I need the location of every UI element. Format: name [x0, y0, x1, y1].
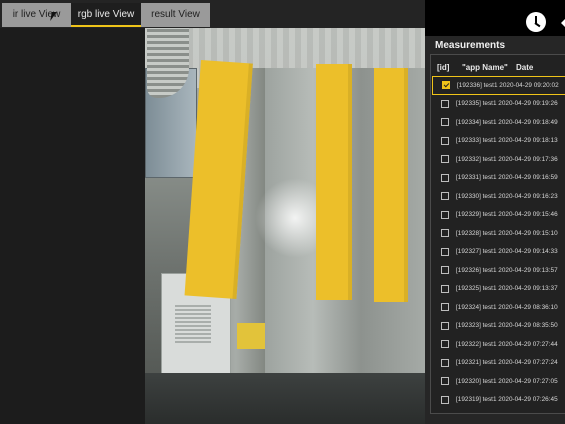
measurement-checkbox[interactable]	[441, 377, 449, 386]
measurement-row-label: [192334] test1 2020-04-29 09:18:49	[456, 118, 558, 126]
measurement-row-label: [192324] test1 2020-04-29 08:36:10	[456, 303, 558, 311]
measurement-checkbox[interactable]	[441, 192, 449, 201]
measurement-row[interactable]: [192322] test1 2020-04-29 07:27:44	[432, 335, 565, 354]
measurement-row[interactable]: [192327] test1 2020-04-29 09:14:33	[432, 243, 565, 262]
measurement-row-label: [192330] test1 2020-04-29 09:16:23	[456, 192, 558, 200]
measurement-row-label: [192328] test1 2020-04-29 09:15:10	[456, 229, 558, 237]
measurement-row[interactable]: [192321] test1 2020-04-29 07:27:24	[432, 354, 565, 373]
measurement-row[interactable]: [192324] test1 2020-04-29 08:36:10	[432, 298, 565, 317]
measurement-checkbox[interactable]	[441, 395, 449, 404]
header-app-name[interactable]: "app Name"	[462, 63, 508, 72]
measurement-row-label: [192329] test1 2020-04-29 09:15:46	[456, 211, 558, 219]
measurement-checkbox[interactable]	[441, 303, 449, 312]
measurement-row-label: [192326] test1 2020-04-29 09:13:57	[456, 266, 558, 274]
tab-bar: ir live View rgb live View result View	[0, 0, 425, 28]
measurement-row[interactable]: [192332] test1 2020-04-29 09:17:36	[432, 150, 565, 169]
tab-ir-live-view[interactable]: ir live View	[2, 3, 71, 27]
measurement-row[interactable]: [192334] test1 2020-04-29 09:18:49	[432, 113, 565, 132]
camera-cabinet-vent	[175, 303, 211, 343]
measurement-checkbox[interactable]	[441, 173, 449, 182]
measurement-row[interactable]: [192329] test1 2020-04-29 09:15:46	[432, 206, 565, 225]
measurement-row-label: [192332] test1 2020-04-29 09:17:36	[456, 155, 558, 163]
camera-yellow-box	[237, 323, 265, 349]
measurement-checkbox[interactable]	[441, 136, 449, 145]
measurement-row[interactable]: [192333] test1 2020-04-29 09:18:13	[432, 132, 565, 151]
measurements-panel: Measurements [id] "app Name" Date [19233…	[425, 36, 565, 424]
measurement-checkbox[interactable]	[442, 81, 450, 90]
camera-floor	[145, 373, 425, 424]
chevron-left-icon[interactable]	[558, 16, 565, 30]
measurement-row[interactable]: [192335] test1 2020-04-29 09:19:26	[432, 95, 565, 114]
measurement-checkbox[interactable]	[441, 358, 449, 367]
header-id[interactable]: [id]	[437, 63, 449, 72]
measurement-row[interactable]: [192320] test1 2020-04-29 07:27:05	[432, 372, 565, 391]
measurement-checkbox[interactable]	[441, 321, 449, 330]
measurement-row-label: [192321] test1 2020-04-29 07:27:24	[456, 359, 558, 367]
yellow-strip-2	[316, 64, 352, 300]
measurements-list: [192336] test1 2020-04-29 09:20:02 [19233…	[432, 76, 565, 409]
yellow-strip-3	[374, 68, 408, 302]
measurement-row-label: [192325] test1 2020-04-29 09:13:37	[456, 285, 558, 293]
measurement-row-label: [192327] test1 2020-04-29 09:14:33	[456, 248, 558, 256]
measurement-checkbox[interactable]	[441, 155, 449, 164]
measurements-title: Measurements	[435, 40, 506, 51]
measurement-checkbox[interactable]	[441, 99, 449, 108]
measurement-row-label: [192335] test1 2020-04-29 09:19:26	[456, 100, 558, 108]
clock-icon[interactable]	[526, 12, 546, 32]
left-empty-panel	[0, 28, 145, 424]
measurement-row[interactable]: [192336] test1 2020-04-29 09:20:02	[432, 76, 565, 95]
measurement-checkbox[interactable]	[441, 284, 449, 293]
measurement-row[interactable]: [192325] test1 2020-04-29 09:13:37	[432, 280, 565, 299]
measurement-checkbox[interactable]	[441, 229, 449, 238]
measurement-row-label: [192331] test1 2020-04-29 09:16:59	[456, 174, 558, 182]
tab-rgb-live-view[interactable]: rgb live View	[71, 3, 141, 27]
measurement-row[interactable]: [192330] test1 2020-04-29 09:16:23	[432, 187, 565, 206]
measurement-row-label: [192336] test1 2020-04-29 09:20:02	[457, 81, 559, 89]
measurement-checkbox[interactable]	[441, 247, 449, 256]
measurement-row-label: [192322] test1 2020-04-29 07:27:44	[456, 340, 558, 348]
measurement-row-label: [192319] test1 2020-04-29 07:26:45	[456, 396, 558, 404]
measurement-checkbox[interactable]	[441, 118, 449, 127]
measurement-checkbox[interactable]	[441, 210, 449, 219]
app-window: ir live View rgb live View result View M…	[0, 0, 565, 424]
header-date[interactable]: Date	[516, 63, 533, 72]
measurement-checkbox[interactable]	[441, 340, 449, 349]
measurement-row[interactable]: [192323] test1 2020-04-29 08:35:50	[432, 317, 565, 336]
measurement-row-label: [192333] test1 2020-04-29 09:18:13	[456, 137, 558, 145]
measurement-row[interactable]: [192326] test1 2020-04-29 09:13:57	[432, 261, 565, 280]
measurement-row[interactable]: [192331] test1 2020-04-29 09:16:59	[432, 169, 565, 188]
measurement-row-label: [192320] test1 2020-04-29 07:27:05	[456, 377, 558, 385]
measurement-row[interactable]: [192319] test1 2020-04-29 07:26:45	[432, 391, 565, 410]
measurement-row[interactable]: [192328] test1 2020-04-29 09:15:10	[432, 224, 565, 243]
tab-result-view[interactable]: result View	[141, 3, 210, 27]
measurement-row-label: [192323] test1 2020-04-29 08:35:50	[456, 322, 558, 330]
measurement-checkbox[interactable]	[441, 266, 449, 275]
rgb-camera-feed	[145, 28, 425, 424]
